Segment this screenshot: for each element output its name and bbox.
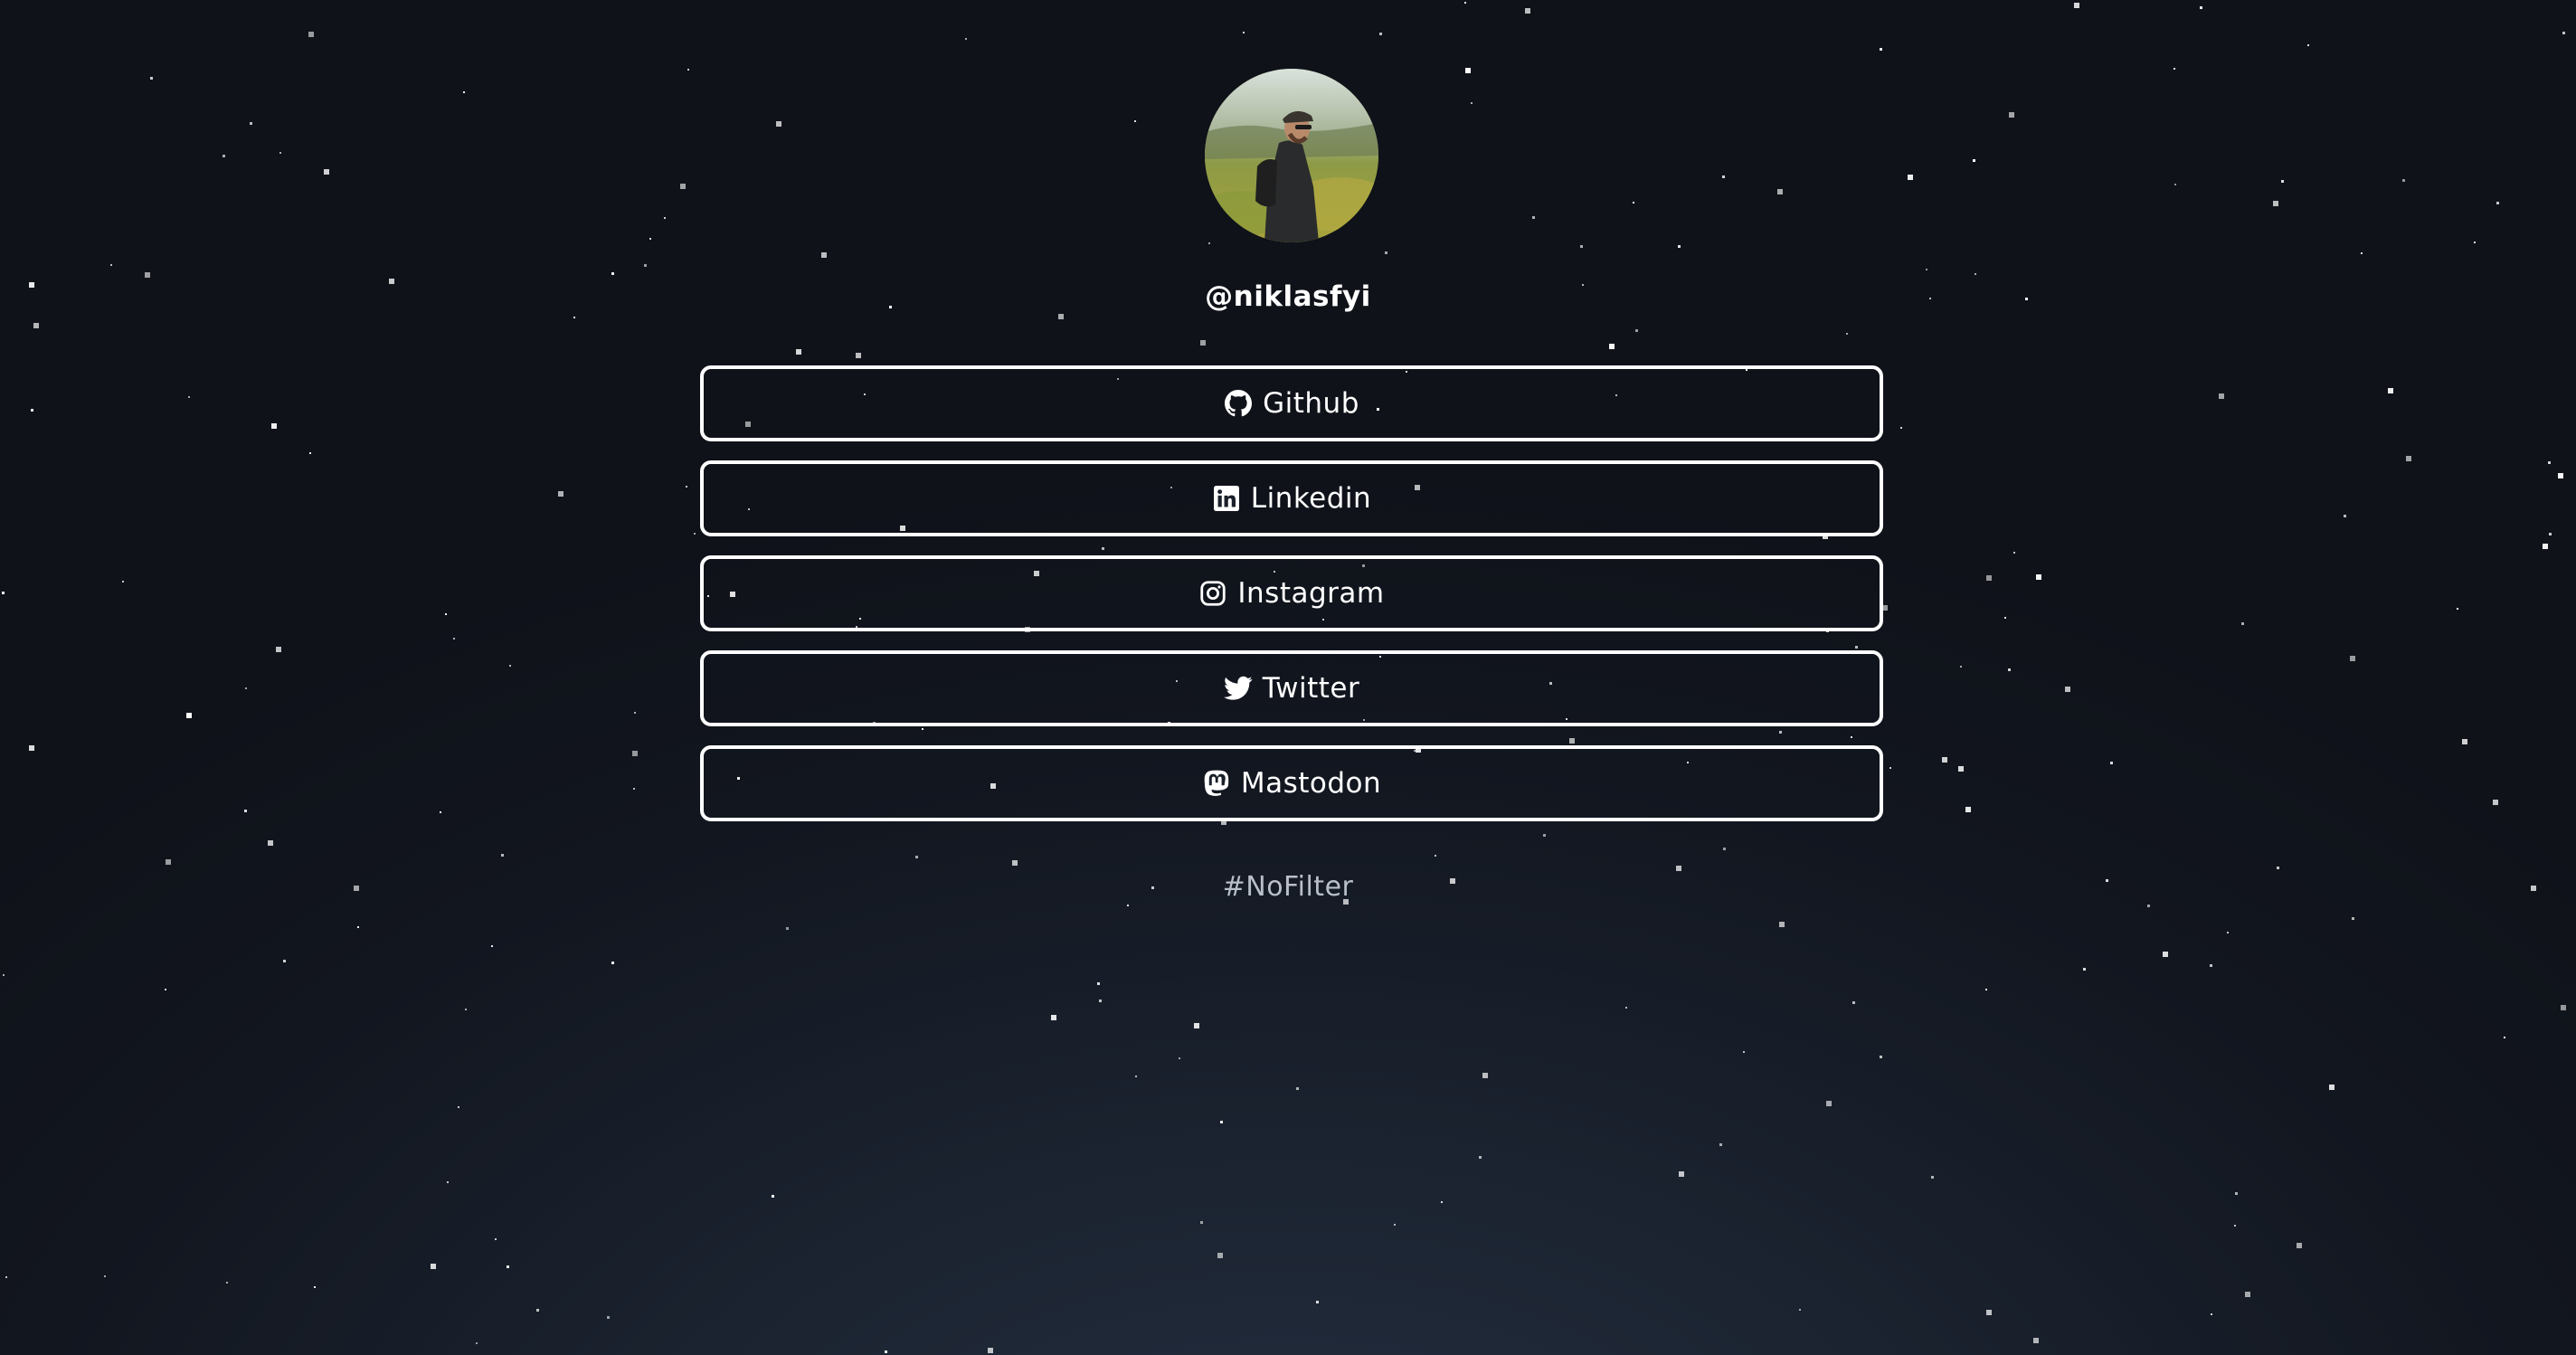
profile-page: @niklasfyi Github Linkedin Instagram Twi…: [0, 0, 2576, 1355]
avatar: [1205, 69, 1378, 242]
instagram-link-button[interactable]: Instagram: [700, 555, 1883, 631]
linkedin-icon: [1212, 484, 1241, 513]
github-link-label: Github: [1263, 387, 1359, 420]
profile-handle: @niklasfyi: [1205, 280, 1371, 313]
github-icon: [1224, 389, 1253, 418]
tagline: #NoFilter: [1222, 871, 1354, 903]
linkedin-link-label: Linkedin: [1250, 482, 1372, 515]
linkedin-link-button[interactable]: Linkedin: [700, 460, 1883, 536]
link-list: Github Linkedin Instagram Twitter Mastod: [700, 365, 1883, 840]
instagram-icon: [1198, 579, 1227, 608]
twitter-icon: [1223, 674, 1253, 703]
github-link-button[interactable]: Github: [700, 365, 1883, 441]
mastodon-link-label: Mastodon: [1240, 767, 1382, 800]
twitter-link-label: Twitter: [1262, 672, 1360, 705]
twitter-link-button[interactable]: Twitter: [700, 650, 1883, 726]
mastodon-link-button[interactable]: Mastodon: [700, 745, 1883, 821]
mastodon-icon: [1202, 769, 1231, 798]
instagram-link-label: Instagram: [1237, 577, 1385, 610]
